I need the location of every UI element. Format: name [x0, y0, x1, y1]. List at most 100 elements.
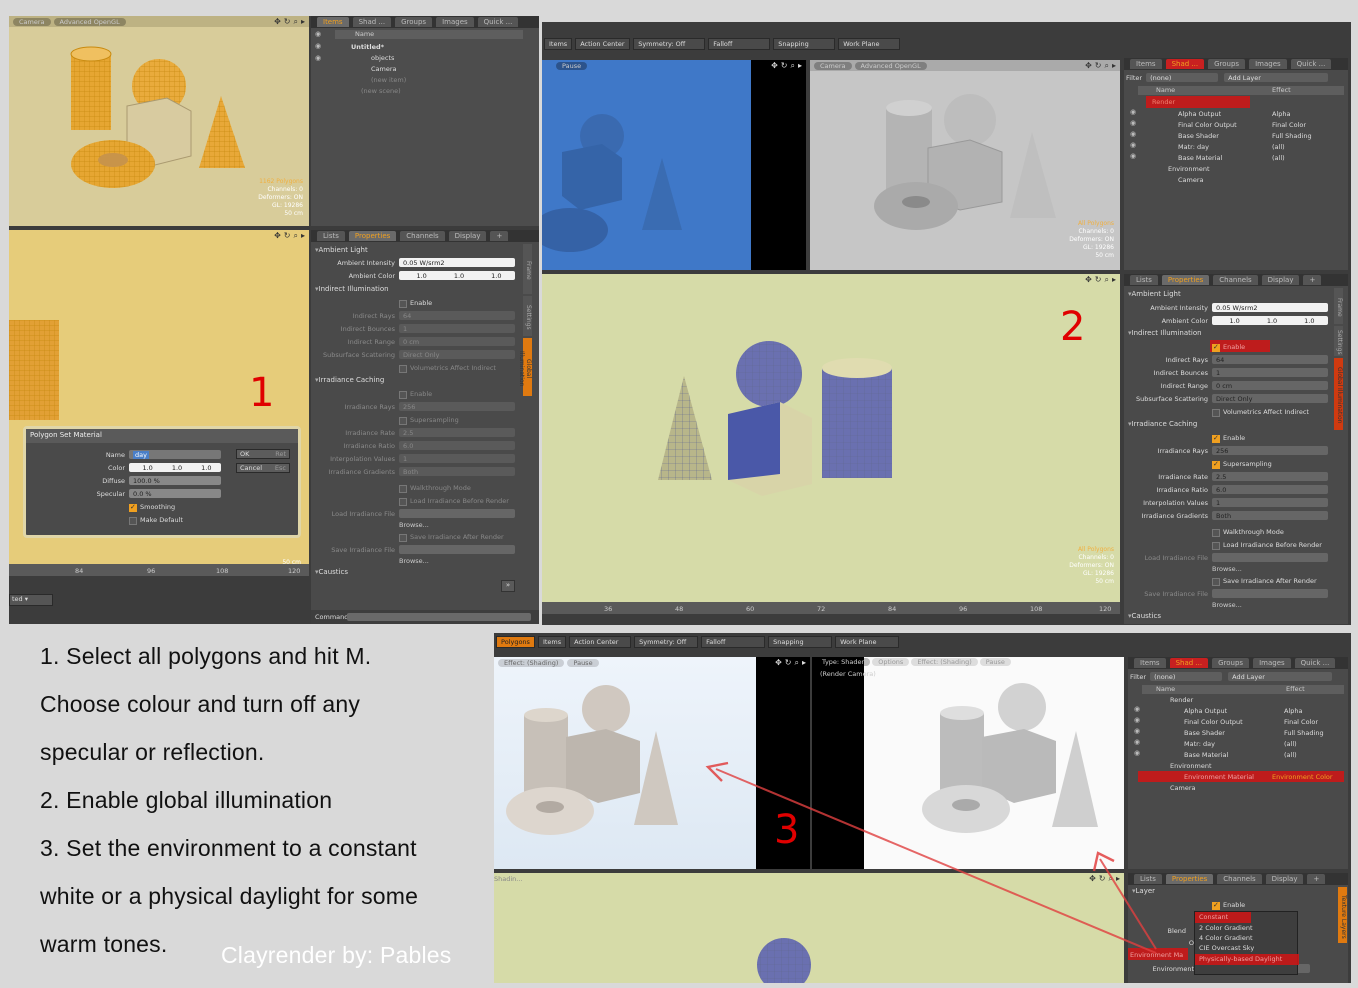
- specular-field[interactable]: 0.0 %: [129, 489, 221, 498]
- side-tab-frame[interactable]: Frame: [1334, 288, 1343, 324]
- irr-enable-checkbox[interactable]: Enable: [399, 388, 432, 399]
- ambient-intensity-field[interactable]: 0.05 W/srm2: [1212, 303, 1328, 312]
- arrow-icon[interactable]: ▸: [301, 231, 305, 241]
- save-after-checkbox[interactable]: Save Irradiance After Render: [399, 531, 504, 542]
- walkthrough-checkbox[interactable]: Walkthrough Mode: [1212, 526, 1284, 537]
- load-before-checkbox[interactable]: Load Irradiance Before Render: [1212, 539, 1322, 550]
- eye-icon[interactable]: ◉: [1130, 119, 1136, 127]
- save-browse-button[interactable]: Browse...: [1212, 599, 1242, 610]
- eye-icon[interactable]: ◉: [315, 42, 321, 50]
- indirect-range-field[interactable]: 0 cm: [1212, 381, 1328, 390]
- add-layer-dropdown[interactable]: Add Layer: [1224, 73, 1329, 82]
- section-caustics[interactable]: Caustics: [1128, 612, 1161, 620]
- arrow-icon[interactable]: ▸: [798, 61, 802, 71]
- snapping-dropdown[interactable]: Snapping: [773, 38, 836, 50]
- tab-channels[interactable]: Channels: [400, 231, 445, 241]
- side-tab-settings[interactable]: Settings: [1334, 326, 1343, 356]
- falloff-dropdown[interactable]: Falloff: [708, 38, 771, 50]
- irr-rate-field[interactable]: 2.5: [399, 428, 515, 437]
- rotate-icon[interactable]: ↻: [284, 231, 291, 241]
- side-tab-frame[interactable]: Frame: [523, 244, 532, 294]
- command-input[interactable]: [347, 613, 531, 621]
- tab-channels[interactable]: Channels: [1213, 275, 1258, 285]
- section-indirect[interactable]: Indirect Illumination: [1128, 329, 1202, 337]
- section-irradiance[interactable]: Irradiance Caching: [1128, 420, 1198, 428]
- load-before-checkbox[interactable]: Load Irradiance Before Render: [399, 495, 509, 506]
- wireframe-viewport[interactable]: Camera Advanced OpenGL ✥ ↻ ⌕ ▸ 1162 Polygon…: [9, 16, 309, 226]
- subsurface-field[interactable]: Direct Only: [1212, 394, 1328, 403]
- tree-matr-day[interactable]: Matr: day: [1178, 141, 1209, 152]
- ok-button[interactable]: OK Ret: [236, 449, 290, 459]
- tree-base-material[interactable]: Base Material: [1178, 152, 1222, 163]
- side-tab-global-illumination[interactable]: Global Illumination: [518, 338, 532, 396]
- eye-icon[interactable]: ◉: [315, 54, 321, 62]
- name-field[interactable]: day: [129, 450, 221, 459]
- section-indirect[interactable]: Indirect Illumination: [315, 285, 389, 293]
- eye-icon[interactable]: ◉: [315, 30, 321, 38]
- color-field[interactable]: 1.0 1.0 1.0: [129, 463, 221, 472]
- bottom-dropdown[interactable]: ted ▾: [9, 594, 53, 606]
- irr-ratio-field[interactable]: 6.0: [399, 441, 515, 450]
- irr-enable-checkbox[interactable]: Enable: [1212, 432, 1245, 443]
- tab-groups[interactable]: Groups: [1208, 59, 1246, 69]
- tab-quick[interactable]: Quick ...: [477, 17, 519, 27]
- irr-rate-field[interactable]: 2.5: [1212, 472, 1328, 481]
- ambient-color-field[interactable]: 1.0 1.0 1.0: [399, 271, 515, 280]
- ambient-intensity-field[interactable]: 0.05 W/srm2: [399, 258, 515, 267]
- tab-display[interactable]: Display: [1261, 275, 1300, 285]
- items-button[interactable]: Items: [544, 38, 573, 50]
- save-file-field[interactable]: [399, 545, 515, 554]
- side-tab-settings[interactable]: Settings: [523, 296, 532, 336]
- indirect-enable-checkbox[interactable]: Enable: [1212, 341, 1245, 352]
- tab-images[interactable]: Images: [1249, 59, 1287, 69]
- indirect-enable-checkbox[interactable]: Enable: [399, 297, 432, 308]
- tab-add[interactable]: +: [1303, 275, 1322, 285]
- make-default-checkbox[interactable]: Make Default: [129, 514, 183, 525]
- tab-images[interactable]: Images: [436, 17, 474, 27]
- tab-quick[interactable]: Quick ...: [1290, 59, 1332, 69]
- tab-lists[interactable]: Lists: [317, 231, 345, 241]
- save-after-checkbox[interactable]: Save Irradiance After Render: [1212, 575, 1317, 586]
- rotate-icon[interactable]: ↻: [781, 61, 788, 71]
- list-item-scene[interactable]: Untitled*: [351, 41, 384, 52]
- indirect-bounces-field[interactable]: 1: [399, 324, 515, 333]
- timeline-ruler[interactable]: 36 48 60 72 84 96 108 120: [542, 602, 1120, 614]
- section-irradiance[interactable]: Irradiance Caching: [315, 376, 385, 384]
- tab-add[interactable]: +: [490, 231, 509, 241]
- section-ambient[interactable]: Ambient Light: [1128, 290, 1181, 298]
- expand-arrows-icon[interactable]: »: [501, 580, 515, 592]
- tab-items[interactable]: Items: [1130, 59, 1162, 69]
- timeline-ruler[interactable]: 84 96 108 120: [9, 564, 309, 576]
- zoom-icon[interactable]: ⌕: [791, 61, 795, 71]
- tree-base-shader[interactable]: Base Shader: [1178, 130, 1219, 141]
- move-icon[interactable]: ✥: [274, 231, 281, 241]
- ambient-color-field[interactable]: 1.0 1.0 1.0: [1212, 316, 1328, 325]
- smoothing-checkbox[interactable]: Smoothing: [129, 501, 175, 512]
- indirect-rays-field[interactable]: 64: [1212, 355, 1328, 364]
- tree-final-color[interactable]: Final Color Output: [1178, 119, 1237, 130]
- eye-icon[interactable]: ◉: [1130, 130, 1136, 138]
- supersampling-checkbox[interactable]: Supersampling: [1212, 458, 1272, 469]
- work-plane-dropdown[interactable]: Work Plane: [838, 38, 901, 50]
- tab-items[interactable]: Items: [317, 17, 349, 27]
- list-item-new-scene[interactable]: (new scene): [361, 85, 401, 96]
- action-center-dropdown[interactable]: Action Center: [575, 38, 631, 50]
- list-item-objects[interactable]: objects: [371, 52, 394, 63]
- zoom-icon[interactable]: ⌕: [294, 231, 298, 241]
- indirect-rays-field[interactable]: 64: [399, 311, 515, 320]
- load-file-field[interactable]: [1212, 553, 1328, 562]
- tab-groups[interactable]: Groups: [395, 17, 433, 27]
- volumetrics-checkbox[interactable]: Volumetrics Affect Indirect: [399, 362, 496, 373]
- tab-shading[interactable]: Shad ...: [1165, 59, 1205, 69]
- symmetry-dropdown[interactable]: Symmetry: Off: [633, 38, 706, 50]
- cancel-button[interactable]: Cancel Esc: [236, 463, 290, 473]
- viewport-nav-icons[interactable]: ✥ ↻ ⌕ ▸: [274, 231, 305, 241]
- interp-field[interactable]: 1: [1212, 498, 1328, 507]
- tree-camera[interactable]: Camera: [1178, 174, 1204, 185]
- tab-lists[interactable]: Lists: [1130, 275, 1158, 285]
- list-item-new-item[interactable]: (new item): [371, 74, 406, 85]
- tree-environment[interactable]: Environment: [1168, 163, 1210, 174]
- tree-render[interactable]: Render: [1152, 96, 1175, 107]
- tab-properties[interactable]: Properties: [348, 231, 397, 241]
- indirect-range-field[interactable]: 0 cm: [399, 337, 515, 346]
